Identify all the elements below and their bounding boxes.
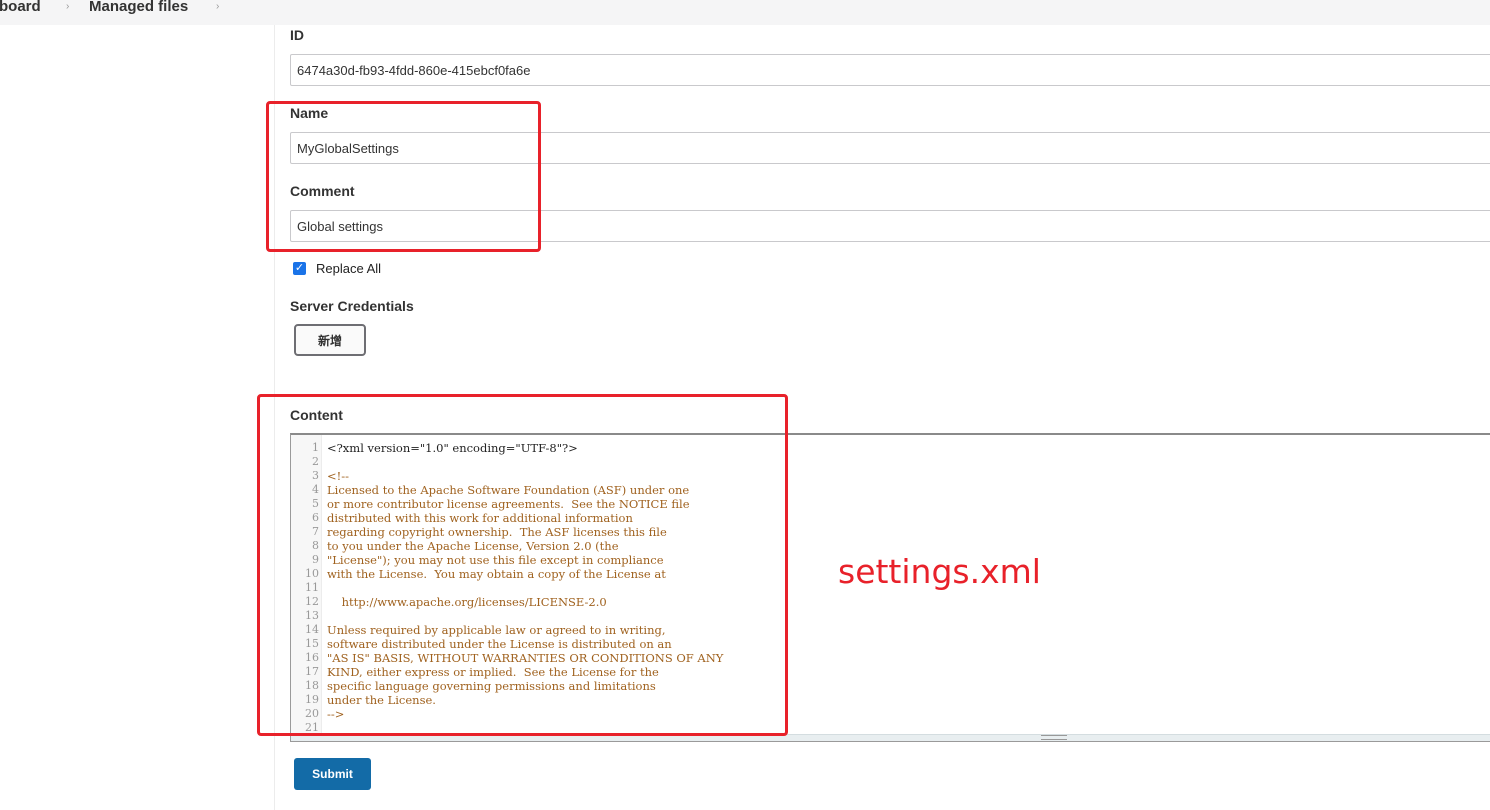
- page: board › Managed files › ID Name Comment …: [0, 0, 1490, 810]
- server-credentials-label: Server Credentials: [290, 298, 414, 314]
- replace-all-label[interactable]: Replace All: [316, 261, 381, 276]
- breadcrumb-separator-icon: ›: [66, 1, 70, 12]
- add-credential-button[interactable]: 新增: [294, 324, 366, 356]
- breadcrumb: board › Managed files ›: [0, 0, 1490, 25]
- replace-all-row: ✓ Replace All: [293, 261, 381, 276]
- submit-button[interactable]: Submit: [294, 758, 371, 790]
- annotation-box-name-comment: [266, 101, 541, 252]
- annotation-box-content: [257, 394, 788, 736]
- id-label: ID: [290, 27, 304, 43]
- annotation-label: settings.xml: [838, 552, 1041, 591]
- resize-grip-icon: [1041, 735, 1067, 740]
- replace-all-checkbox[interactable]: ✓: [293, 262, 306, 275]
- breadcrumb-item-dashboard[interactable]: board: [0, 0, 41, 14]
- breadcrumb-item-managed-files[interactable]: Managed files: [89, 0, 188, 14]
- id-field[interactable]: [290, 54, 1490, 86]
- breadcrumb-separator-icon: ›: [216, 1, 220, 12]
